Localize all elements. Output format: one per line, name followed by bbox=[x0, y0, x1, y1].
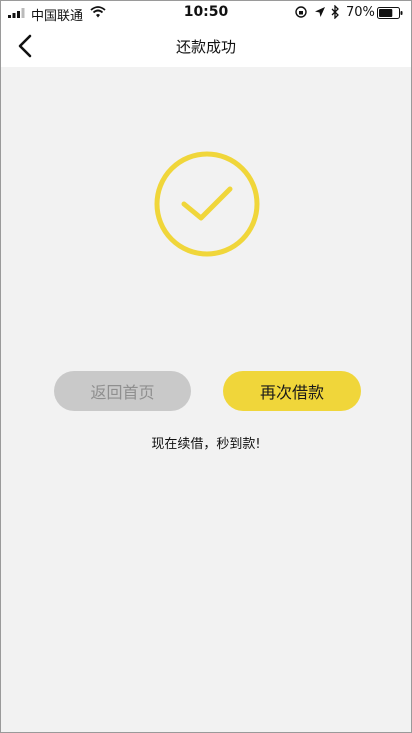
navigation-bar: 还款成功 bbox=[1, 25, 411, 67]
app-screen: 中国联通 10:50 70% 还款成功 返回首页 再次借款 现在续借，秒到款! bbox=[0, 0, 412, 733]
check-circle-icon bbox=[154, 151, 260, 257]
battery-icon bbox=[377, 7, 403, 19]
status-bar: 中国联通 10:50 70% bbox=[1, 1, 411, 25]
battery-percent: 70% bbox=[346, 5, 375, 20]
promo-text: 现在续借，秒到款! bbox=[151, 437, 261, 452]
page-title: 还款成功 bbox=[175, 38, 236, 56]
return-home-button[interactable]: 返回首页 bbox=[54, 371, 191, 411]
borrow-again-button[interactable]: 再次借款 bbox=[223, 371, 361, 411]
rotation-lock-icon bbox=[295, 6, 307, 18]
bluetooth-icon bbox=[331, 5, 339, 19]
location-arrow-icon bbox=[315, 7, 325, 17]
